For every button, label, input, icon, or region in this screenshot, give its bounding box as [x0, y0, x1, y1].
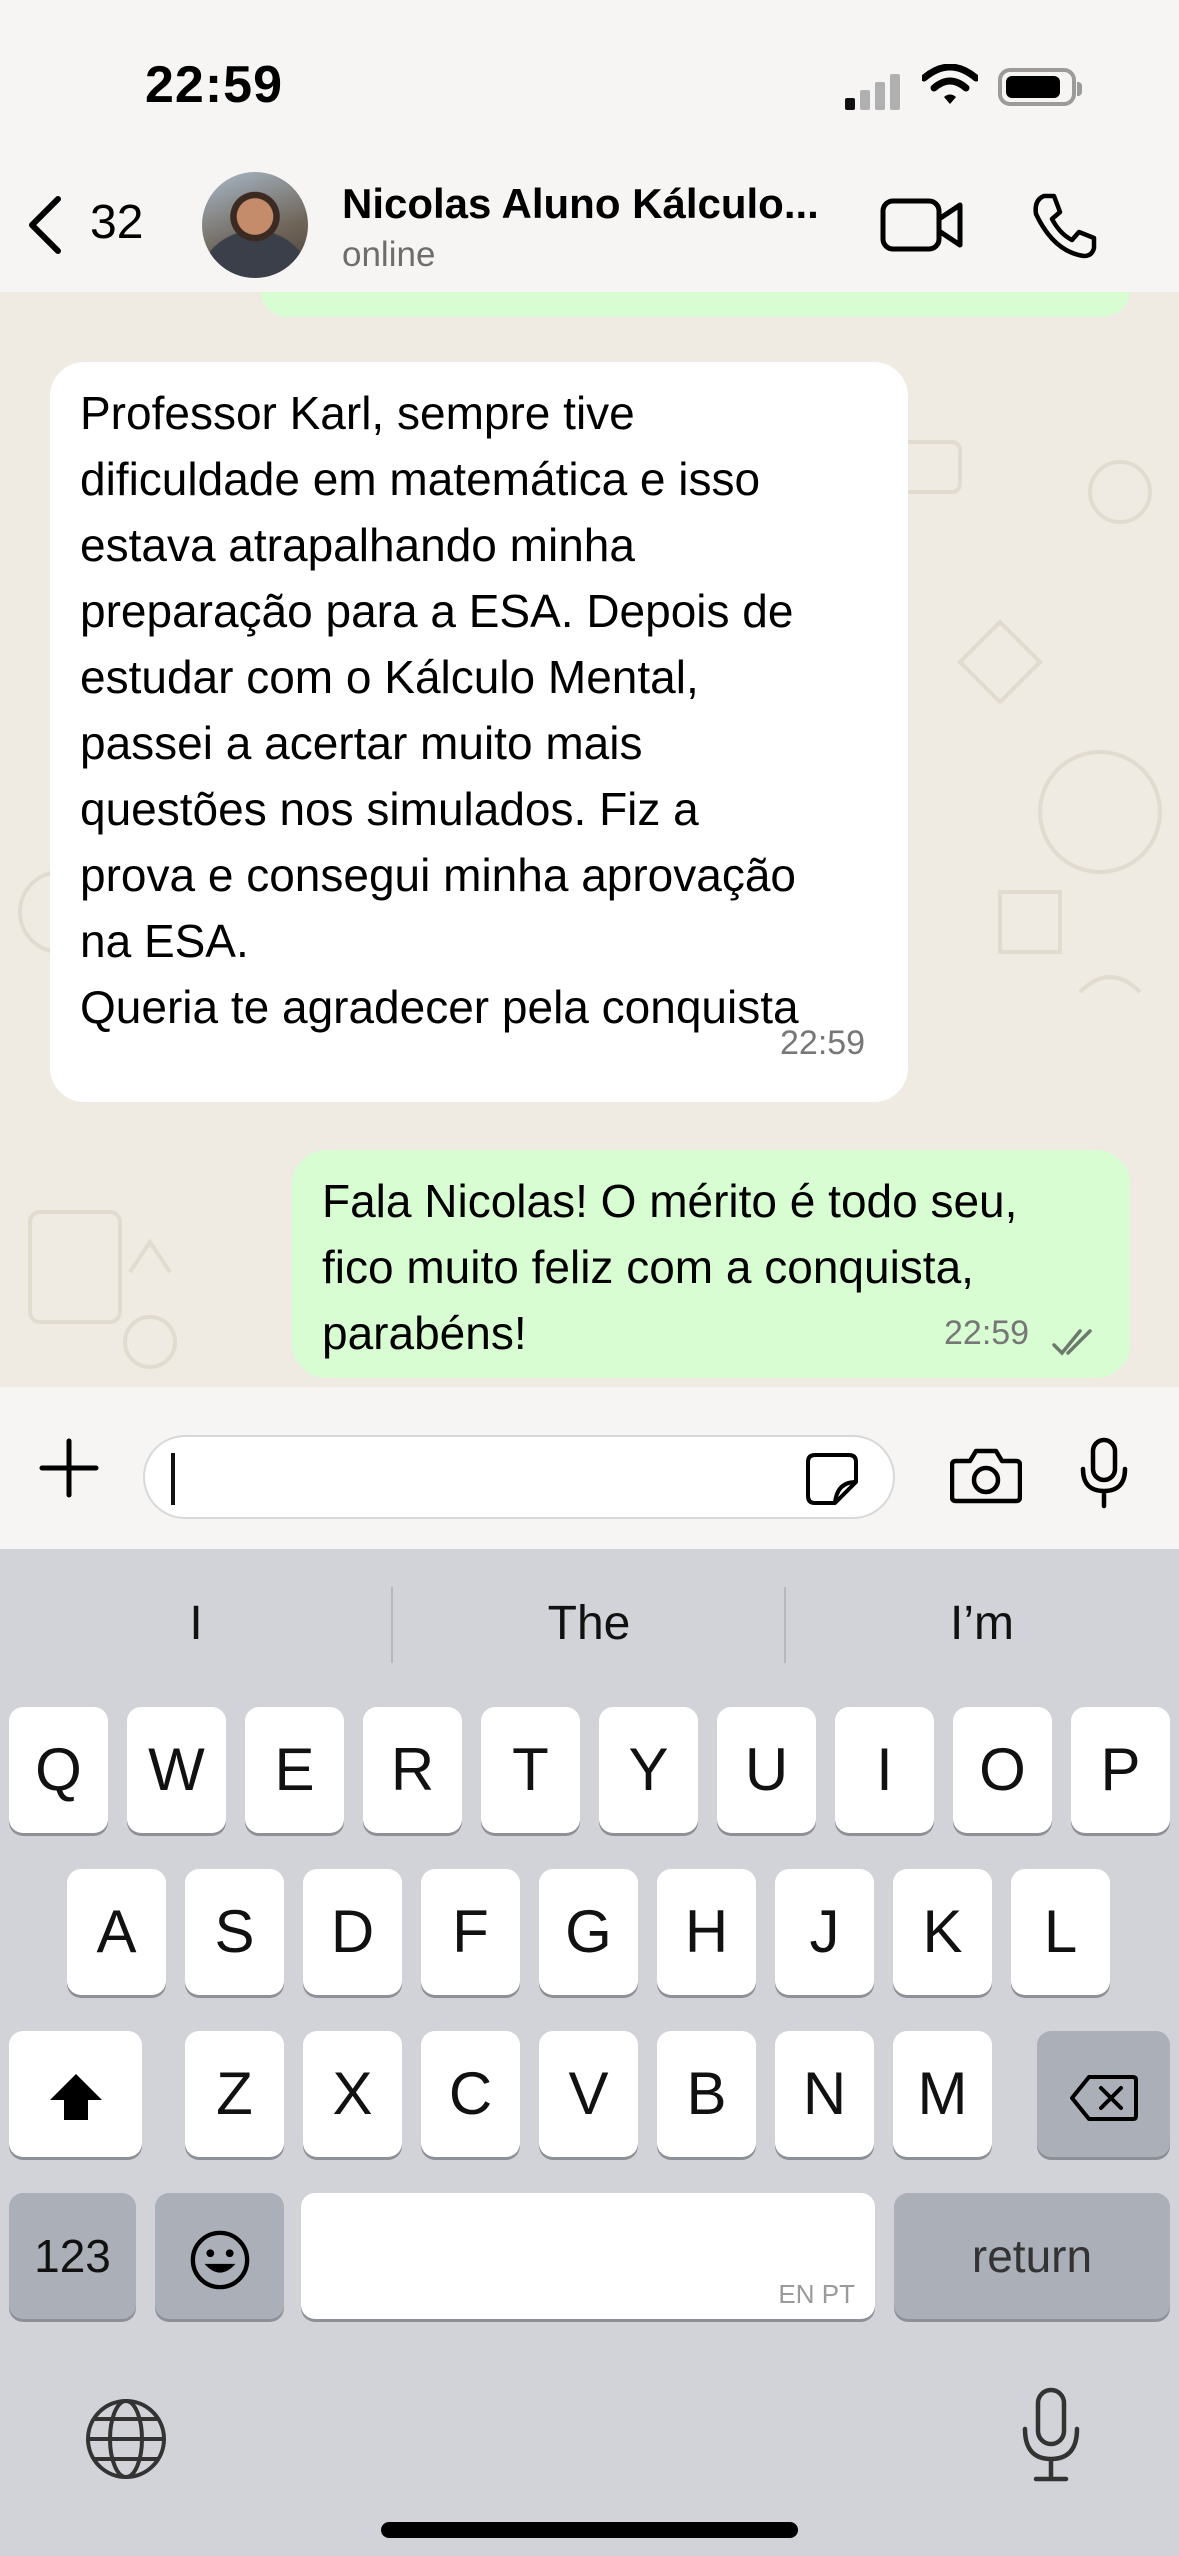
key-d[interactable]: D — [303, 1869, 402, 1995]
status-time: 22:59 — [145, 56, 283, 114]
key-w[interactable]: W — [127, 1707, 226, 1833]
key-h[interactable]: H — [657, 1869, 756, 1995]
key-z[interactable]: Z — [185, 2031, 284, 2157]
key-f[interactable]: F — [421, 1869, 520, 1995]
key-l[interactable]: L — [1011, 1869, 1110, 1995]
contact-avatar[interactable] — [202, 172, 308, 278]
space-key[interactable]: EN PT — [301, 2193, 875, 2319]
globe-icon[interactable] — [84, 2397, 168, 2481]
emoji-key[interactable] — [155, 2193, 284, 2319]
message-input[interactable] — [143, 1435, 895, 1519]
key-a[interactable]: A — [67, 1869, 166, 1995]
video-call-icon[interactable] — [880, 195, 964, 255]
sticker-icon[interactable] — [805, 1452, 859, 1506]
suggestion-bar: I The I’m — [0, 1549, 1179, 1699]
key-s[interactable]: S — [185, 1869, 284, 1995]
delete-key[interactable] — [1037, 2031, 1170, 2157]
plus-icon[interactable] — [38, 1437, 100, 1499]
key-b[interactable]: B — [657, 2031, 756, 2157]
keyboard: I The I’m Q W E R T Y U I O P A S D F G … — [0, 1549, 1179, 2556]
unread-count[interactable]: 32 — [90, 195, 143, 250]
text-caret — [171, 1453, 175, 1505]
key-o[interactable]: O — [953, 1707, 1052, 1833]
key-r[interactable]: R — [363, 1707, 462, 1833]
message-text: Professor Karl, sempre tive dificuldade … — [80, 387, 799, 1033]
key-g[interactable]: G — [539, 1869, 638, 1995]
home-indicator[interactable] — [381, 2522, 798, 2538]
back-chevron-icon[interactable] — [20, 195, 70, 255]
camera-icon[interactable] — [950, 1445, 1022, 1505]
key-u[interactable]: U — [717, 1707, 816, 1833]
emoji-icon — [190, 2230, 249, 2290]
message-time: 22:59 — [944, 1314, 1030, 1352]
outgoing-message[interactable]: Fala Nicolas! O mérito é todo seu, fico … — [292, 1150, 1130, 1378]
dictation-mic-icon[interactable] — [1020, 2387, 1082, 2483]
wifi-icon — [922, 64, 978, 104]
suggestion-1[interactable]: I — [0, 1549, 392, 1699]
suggestion-3[interactable]: I’m — [786, 1549, 1178, 1699]
shift-key[interactable] — [9, 2031, 142, 2157]
read-receipt-icon — [1052, 1329, 1092, 1356]
contact-status: online — [342, 235, 436, 274]
key-k[interactable]: K — [893, 1869, 992, 1995]
key-m[interactable]: M — [893, 2031, 992, 2157]
incoming-message[interactable]: Professor Karl, sempre tive dificuldade … — [50, 362, 908, 1102]
microphone-icon[interactable] — [1078, 1437, 1130, 1509]
key-c[interactable]: C — [421, 2031, 520, 2157]
key-n[interactable]: N — [775, 2031, 874, 2157]
backspace-icon — [1069, 2075, 1138, 2122]
message-time: 22:59 — [780, 1024, 866, 1062]
key-x[interactable]: X — [303, 2031, 402, 2157]
battery-icon — [998, 68, 1082, 106]
previous-message-bubble — [260, 292, 1130, 317]
return-key[interactable]: return — [894, 2193, 1170, 2319]
key-i[interactable]: I — [835, 1707, 934, 1833]
key-t[interactable]: T — [481, 1707, 580, 1833]
suggestion-2[interactable]: The — [393, 1549, 785, 1699]
key-q[interactable]: Q — [9, 1707, 108, 1833]
key-j[interactable]: J — [775, 1869, 874, 1995]
language-hint: EN PT — [778, 2279, 855, 2309]
shift-icon — [49, 2074, 102, 2121]
composer-bar — [0, 1387, 1179, 1549]
cellular-signal-icon — [845, 70, 905, 110]
message-list[interactable]: Professor Karl, sempre tive dificuldade … — [0, 292, 1179, 1387]
key-y[interactable]: Y — [599, 1707, 698, 1833]
key-e[interactable]: E — [245, 1707, 344, 1833]
key-p[interactable]: P — [1071, 1707, 1170, 1833]
numbers-key[interactable]: 123 — [9, 2193, 136, 2319]
contact-name[interactable]: Nicolas Aluno Kálculo... — [342, 180, 819, 228]
chat-header: 22:59 32 Nicolas Aluno Kálculo... online — [0, 0, 1179, 292]
phone-call-icon[interactable] — [1030, 192, 1098, 260]
key-v[interactable]: V — [539, 2031, 638, 2157]
